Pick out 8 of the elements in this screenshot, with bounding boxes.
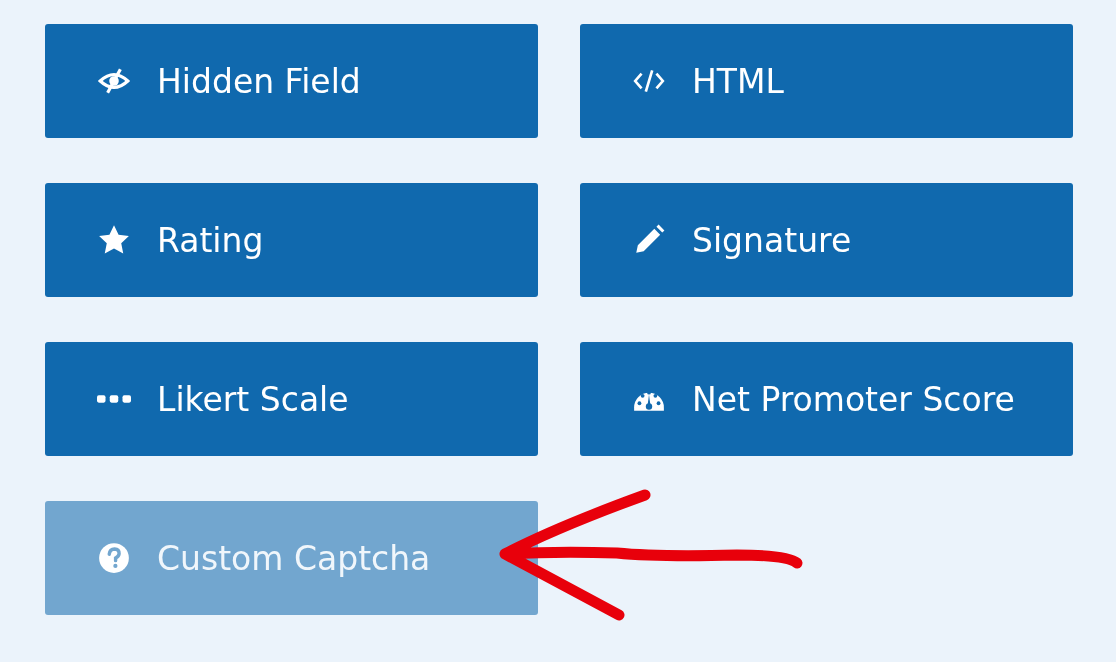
field-button[interactable]: Net Promoter Score <box>580 342 1073 456</box>
dots-icon <box>97 395 131 403</box>
question-icon <box>97 541 131 575</box>
field-button[interactable]: Rating <box>45 183 538 297</box>
field-button[interactable]: Signature <box>580 183 1073 297</box>
field-button[interactable]: Hidden Field <box>45 24 538 138</box>
field-button[interactable]: HTML <box>580 24 1073 138</box>
field-button[interactable]: Likert Scale <box>45 342 538 456</box>
